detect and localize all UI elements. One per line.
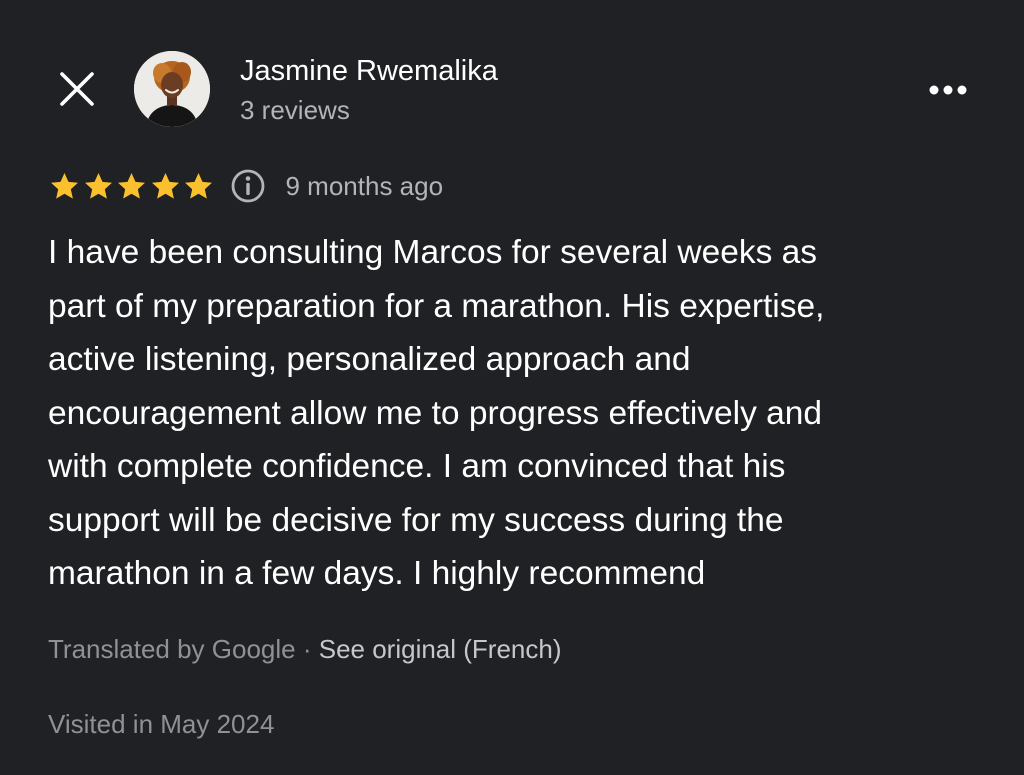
star-rating: [48, 170, 216, 203]
info-icon: [231, 169, 264, 203]
see-original-link[interactable]: See original (French): [319, 634, 562, 664]
star-icon: [84, 172, 112, 199]
star-icon: [151, 172, 179, 199]
star-icon: [51, 172, 78, 199]
review-date: 9 months ago: [285, 171, 444, 201]
rating-row: 9 months ago: [48, 166, 443, 206]
author-name[interactable]: Jasmine Rwemalika: [240, 53, 498, 89]
translated-by-label: Translated by Google: [48, 634, 296, 664]
info-button[interactable]: [230, 168, 266, 204]
close-icon: [60, 72, 94, 106]
separator-dot: ·: [295, 634, 319, 664]
profile-photo: [134, 51, 210, 127]
close-button[interactable]: [52, 66, 100, 114]
visit-date: Visited in May 2024: [48, 709, 275, 739]
author-review-count: 3 reviews: [240, 95, 350, 125]
more-options-button[interactable]: [924, 70, 972, 110]
avatar[interactable]: [134, 51, 210, 127]
translation-row: Translated by Google · See original (Fre…: [48, 632, 562, 666]
star-icon: [185, 172, 212, 199]
more-horizontal-icon: [929, 85, 967, 95]
star-icon: [118, 172, 145, 199]
review-text: I have been consulting Marcos for severa…: [48, 234, 825, 592]
